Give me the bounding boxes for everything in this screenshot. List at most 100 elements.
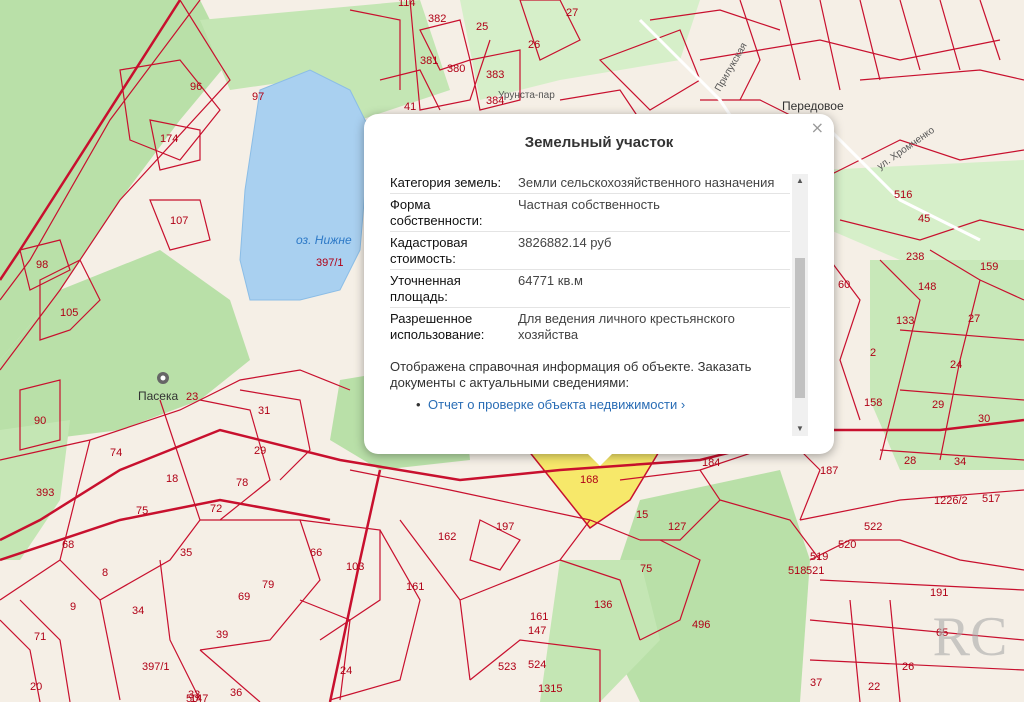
- info-row-ownership: Форма собственности: Частная собственнос…: [390, 194, 790, 232]
- parcel-number: 517: [982, 493, 1000, 505]
- info-key: Уточненная площадь:: [390, 273, 461, 304]
- parcel-info-popup: × Земельный участок Категория земель: Зе…: [364, 114, 834, 454]
- parcel-number: 158: [864, 397, 882, 409]
- parcel-number: 393: [36, 487, 54, 499]
- info-row-area: Уточненная площадь: 64771 кв.м: [390, 270, 790, 308]
- parcel-number: 25: [476, 21, 488, 33]
- parcel-number: 60: [838, 279, 850, 291]
- parcel-number: 238: [906, 251, 924, 263]
- parcel-number: 50: [186, 693, 198, 702]
- info-value: 64771 кв.м: [518, 273, 583, 288]
- parcel-number: 133: [896, 315, 914, 327]
- parcel-number: 37: [810, 677, 822, 689]
- parcel-number: 127: [668, 521, 686, 533]
- parcel-number: 496: [692, 619, 710, 631]
- parcel-number: 147: [528, 625, 546, 637]
- parcel-number: 24: [340, 665, 352, 677]
- parcel-number: 397/1: [142, 661, 170, 673]
- parcel-number: 98: [36, 259, 48, 271]
- parcel-number: 27: [566, 7, 578, 19]
- parcel-number: 90: [34, 415, 46, 427]
- parcel-number: 23: [186, 391, 198, 403]
- parcel-number: 96: [190, 81, 202, 93]
- parcel-number: 36: [230, 687, 242, 699]
- lake-label: оз. Нижне: [296, 233, 352, 247]
- parcel-number: 174: [160, 133, 178, 145]
- parcel-number: 20: [30, 681, 42, 693]
- info-value: Для ведения личного крестьянского хозяйс…: [518, 311, 735, 342]
- scroll-thumb[interactable]: [795, 258, 805, 398]
- parcel-number: 39: [216, 629, 228, 641]
- apiary-label: Пасека: [138, 389, 178, 403]
- parcel-number: 8: [102, 567, 108, 579]
- popup-scrollbar[interactable]: ▲ ▼: [792, 174, 808, 436]
- parcel-number: 521: [806, 565, 824, 577]
- info-row-cadastral-value: Кадастровая стоимость: 3826882.14 руб: [390, 232, 790, 270]
- parcel-number: 15: [636, 509, 648, 521]
- parcel-number: 72: [210, 503, 222, 515]
- report-link[interactable]: Отчет о проверке объекта недвижимости ›: [390, 397, 790, 412]
- parcel-number: 71: [34, 631, 46, 643]
- parcel-number: 34: [132, 605, 144, 617]
- parcel-number: 30: [978, 413, 990, 425]
- parcel-number: 1226/2: [934, 495, 968, 507]
- popup-pointer: [586, 452, 614, 466]
- corner-watermark-logo: RC: [932, 606, 1008, 668]
- parcel-number: 1315: [538, 683, 562, 695]
- parcel-number: 187: [820, 465, 838, 477]
- parcel-number: 159: [980, 261, 998, 273]
- parcel-number: 24: [950, 359, 962, 371]
- parcel-number: 519: [810, 551, 828, 563]
- popup-title: Земельный участок: [524, 134, 674, 151]
- parcel-number: 22: [868, 681, 880, 693]
- parcel-number: 75: [640, 563, 652, 575]
- parcel-number: 29: [254, 445, 266, 457]
- parcel-number: 26: [528, 39, 540, 51]
- parcel-number: 161: [530, 611, 548, 623]
- info-row-permitted-use: Разрешенное использование: Для ведения л…: [390, 308, 790, 345]
- parcel-number: 78: [236, 477, 248, 489]
- parcel-number: 524: [528, 659, 546, 671]
- parcel-number: 35: [180, 547, 192, 559]
- parcel-number: 74: [110, 447, 122, 459]
- parcel-number: 516: [894, 189, 912, 201]
- parcel-number: 31: [258, 405, 270, 417]
- info-note: Отображена справочная информация об объе…: [390, 359, 752, 390]
- parcel-number: 27: [968, 313, 980, 325]
- parcel-number: 162: [438, 531, 456, 543]
- parcel-number: 79: [262, 579, 274, 591]
- parcel-number: 66: [310, 547, 322, 559]
- info-key: Кадастровая стоимость:: [390, 235, 468, 266]
- parcel-number: 2: [870, 347, 876, 359]
- popup-body[interactable]: Категория земель: Земли сельскохозяйстве…: [390, 172, 790, 436]
- parcel-number: 26: [902, 661, 914, 673]
- parcel-number: 23: [0, 0, 12, 3]
- lake: [239, 69, 371, 301]
- parcel-number: 520: [838, 539, 856, 551]
- scroll-down-icon[interactable]: ▼: [792, 422, 808, 436]
- forest-area: [870, 260, 1024, 470]
- parcel-number: 68: [62, 539, 74, 551]
- street-label-1: Урунста-пар: [498, 90, 555, 101]
- info-key: Категория земель:: [390, 175, 502, 190]
- scroll-up-icon[interactable]: ▲: [792, 174, 808, 188]
- parcel-number: 523: [498, 661, 516, 673]
- parcel-number: 518: [788, 565, 806, 577]
- info-row-category: Категория земель: Земли сельскохозяйстве…: [390, 172, 790, 194]
- lake-parcel-label: 397/1: [316, 257, 344, 269]
- parcel-number: 380: [447, 63, 465, 75]
- parcel-number: 69: [238, 591, 250, 603]
- parcel-number: 136: [594, 599, 612, 611]
- village-label: Передовое: [782, 99, 844, 113]
- parcel-number: 18: [166, 473, 178, 485]
- parcel-number: 97: [252, 91, 264, 103]
- parcel-number: 103: [346, 561, 364, 573]
- parcel-number: 41: [404, 101, 416, 113]
- parcel-number: 75: [136, 505, 148, 517]
- parcel-number: 107: [170, 215, 188, 227]
- parcel-number: 148: [918, 281, 936, 293]
- parcel-number: 9: [70, 601, 76, 613]
- parcel-number: 28: [904, 455, 916, 467]
- parcel-number: 381: [420, 55, 438, 67]
- info-value: 3826882.14 руб: [518, 235, 612, 250]
